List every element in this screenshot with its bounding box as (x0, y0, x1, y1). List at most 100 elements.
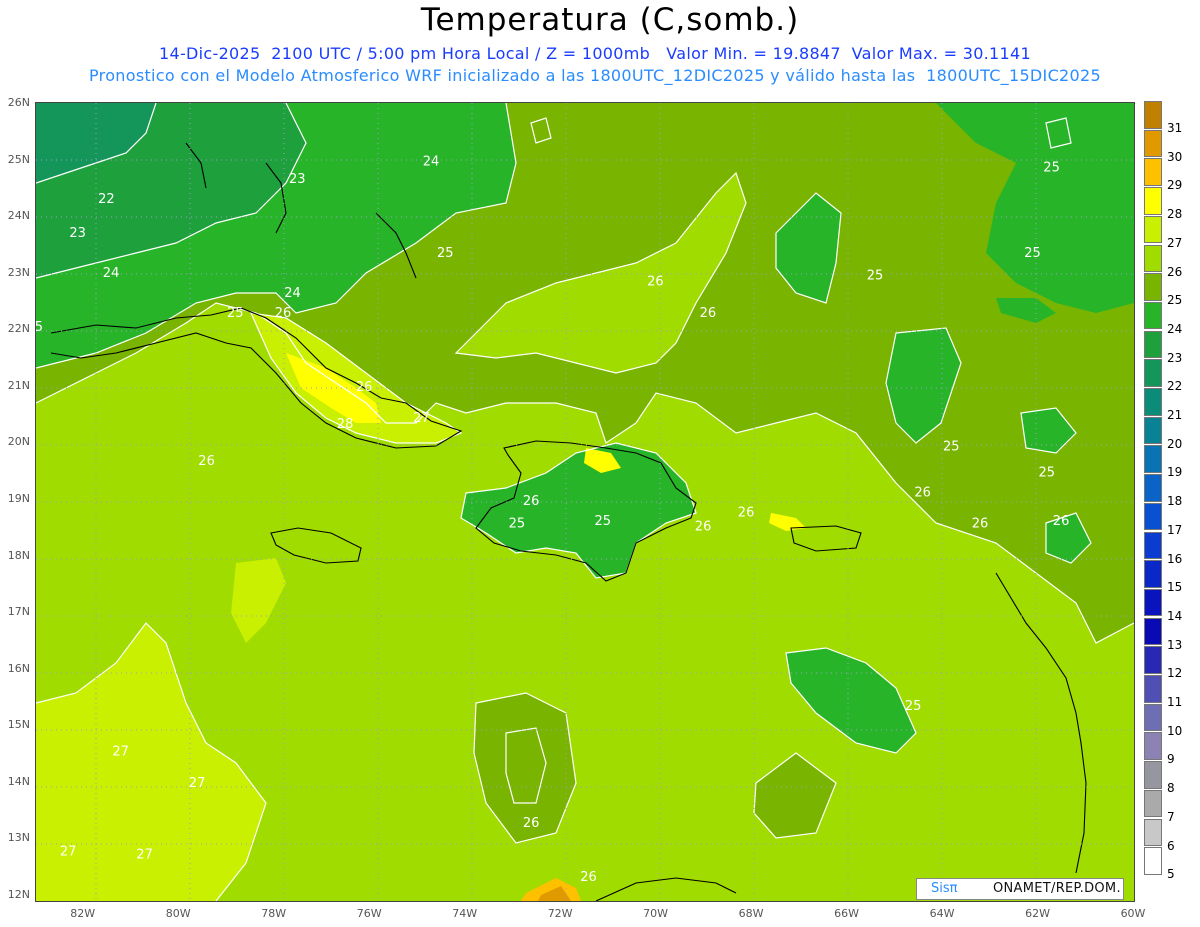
latitude-label: 13N (7, 831, 30, 845)
longitude-label: 80W (165, 907, 191, 920)
contour-label: 27 (60, 844, 77, 859)
color-scale-label: 7 (1167, 809, 1175, 824)
color-scale-label: 24 (1167, 321, 1183, 336)
contour-label: 25 (227, 306, 244, 321)
contour-label: 27 (112, 745, 129, 760)
color-scale-label: 5 (1167, 867, 1175, 882)
color-scale-label: 13 (1167, 637, 1183, 652)
contour-label: 25 (595, 514, 612, 529)
color-scale-cell (1144, 359, 1162, 387)
color-scale-cell (1144, 388, 1162, 416)
contour-label: 26 (523, 494, 540, 509)
model-info-subtitle: Pronostico con el Modelo Atmosferico WRF… (89, 66, 1101, 85)
contour-label: 25 (905, 699, 922, 714)
color-scale-label: 17 (1167, 522, 1183, 537)
longitude-label: 76W (356, 907, 382, 920)
color-scale-label: 21 (1167, 408, 1183, 422)
color-scale-cell (1144, 818, 1162, 847)
color-scale-label: 23 (1167, 350, 1183, 365)
contour-label: 23 (69, 226, 86, 241)
contour-label: 26 (647, 274, 664, 289)
color-scale-cell (1144, 273, 1162, 301)
color-scale-label: 14 (1167, 608, 1183, 623)
contour-label: 27 (189, 776, 206, 791)
longitude-label: 62W (1025, 907, 1050, 920)
color-scale-label: 8 (1167, 781, 1175, 796)
contour-label: 27 (413, 411, 430, 426)
longitude-label: 78W (261, 907, 287, 920)
color-scale-label: 6 (1167, 838, 1175, 853)
longitude-label: 74W (452, 907, 478, 920)
contour-label: 26 (580, 870, 597, 885)
latitude-label: 15N (7, 718, 30, 732)
contour-label: 26 (695, 520, 712, 535)
color-scale-cell (1144, 646, 1162, 674)
color-scale-label: 20 (1167, 436, 1183, 451)
latitude-label: 14N (7, 774, 30, 788)
longitude-label: 64W (929, 907, 955, 920)
latitude-label: 16N (7, 661, 30, 675)
map-title: Temperatura (C,somb.) (420, 2, 800, 38)
contour-label: 26 (523, 816, 540, 831)
color-scale-cell (1144, 416, 1162, 445)
contour-label: 25 (36, 320, 43, 335)
contour-label: 26 (738, 505, 755, 520)
color-scale-label: 27 (1167, 235, 1183, 250)
color-scale-cell (1144, 215, 1162, 244)
latitude-label: 25N (7, 152, 30, 166)
contour-label: 25 (1024, 246, 1041, 261)
color-scale-cell (1144, 847, 1162, 875)
contour-label: 25 (1039, 465, 1056, 480)
color-scale-cell (1144, 560, 1162, 588)
color-scale-cell (1144, 789, 1162, 818)
contour-label: 25 (437, 246, 454, 261)
contour-label: 24 (284, 286, 301, 301)
contour-label: 26 (972, 517, 989, 532)
longitude-label: 70W (643, 907, 669, 920)
color-scale-cell (1144, 101, 1162, 129)
color-scale-cell (1144, 330, 1162, 359)
color-scale-label: 26 (1167, 264, 1183, 279)
latitude-label: 17N (7, 605, 30, 619)
latitude-label: 26N (7, 96, 30, 109)
color-scale-cell (1144, 531, 1162, 560)
color-scale-label: 12 (1167, 666, 1183, 681)
longitude-label: 60W (1120, 907, 1146, 920)
color-scale-label: 16 (1167, 551, 1183, 566)
contour-label: 26 (275, 306, 292, 321)
temperature-map: 22 23 24 25 25 26 24 23 24 25 26 26 26 28 27 26 26 25 25 26… (35, 102, 1135, 902)
longitude-label: 66W (834, 907, 859, 920)
latitude-label: 12N (7, 888, 30, 901)
color-scale-cell (1144, 675, 1162, 703)
contour-label: 24 (103, 266, 120, 281)
contour-label: 26 (700, 306, 717, 321)
color-scale-label: 25 (1167, 293, 1183, 308)
contour-label: 25 (509, 517, 526, 532)
color-scale-label: 22 (1167, 379, 1183, 394)
color-scale-cell (1144, 187, 1162, 215)
color-scale-label: 9 (1167, 752, 1175, 767)
color-scale-label: 10 (1167, 723, 1183, 738)
color-scale-cell (1144, 158, 1162, 186)
color-scale-cell (1144, 244, 1162, 273)
color-scale-label: 30 (1167, 149, 1183, 164)
color-scale-cell (1144, 703, 1162, 732)
color-scale-label: 18 (1167, 494, 1183, 509)
color-scale-cell (1144, 301, 1162, 330)
color-scale-label: 29 (1167, 178, 1183, 193)
contour-label: 25 (943, 440, 960, 455)
color-scale-label: 11 (1167, 695, 1183, 709)
contour-label: 27 (136, 847, 153, 862)
contour-label: 26 (356, 380, 373, 395)
latitude-label: 19N (7, 492, 30, 505)
color-scale-cell (1144, 617, 1162, 646)
longitude-label: 72W (547, 907, 573, 920)
latitude-label: 20N (7, 435, 30, 449)
contour-label: 28 (337, 417, 354, 432)
color-scale-cell (1144, 129, 1162, 158)
contour-label: 26 (198, 454, 215, 469)
organization-label: ONAMET/REP.DOM. (993, 881, 1121, 896)
forecast-time-subtitle: 14-Dic-2025 2100 UTC / 5:00 pm Hora Loca… (159, 44, 1031, 63)
contour-label: 24 (423, 155, 440, 170)
color-scale-cell (1144, 761, 1162, 789)
